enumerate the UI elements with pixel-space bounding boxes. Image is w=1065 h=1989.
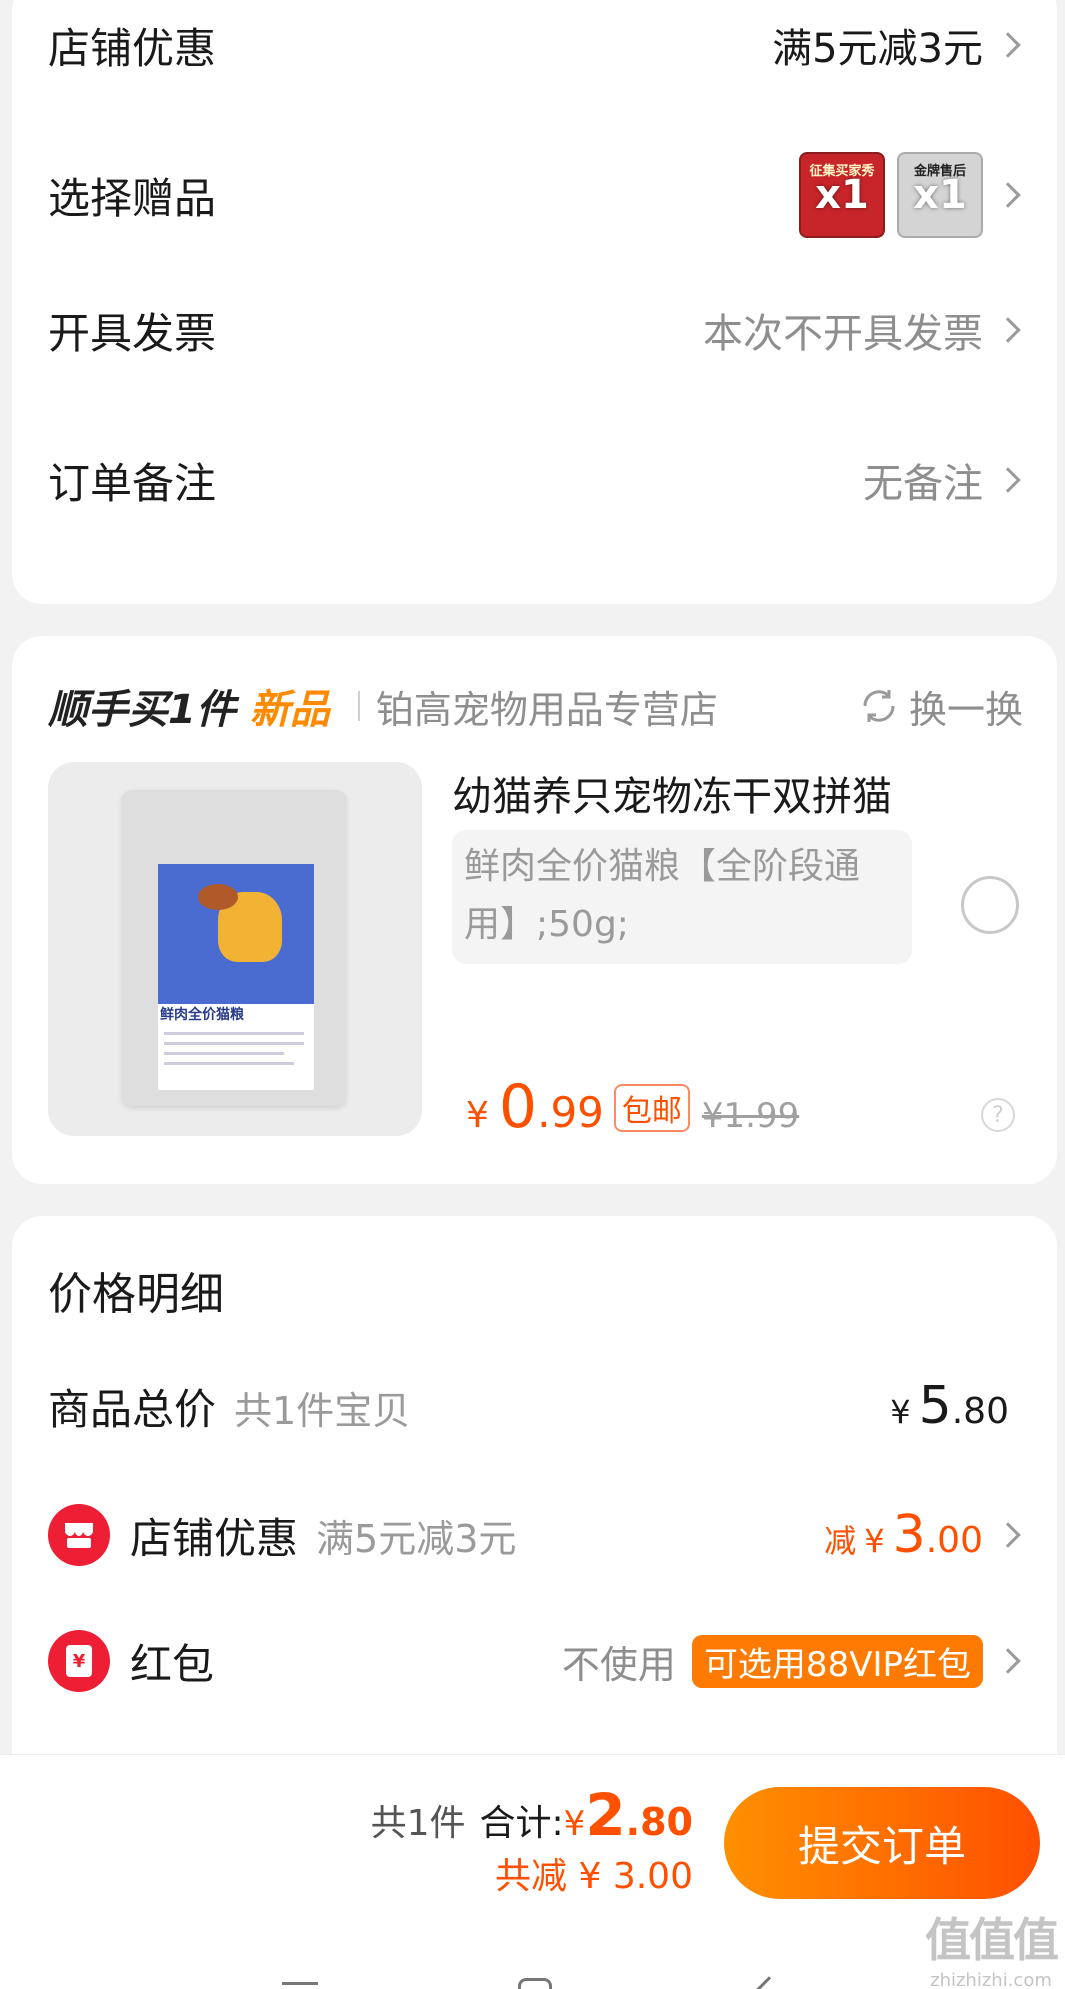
watermark: 值值值 zhizhizhi.com — [925, 1904, 1059, 1989]
invoice-row[interactable]: 开具发票 本次不开具发票 — [48, 300, 1023, 360]
red-packet-label: 红包 — [130, 1639, 215, 1689]
checkout-bar: 共1件 合计: ¥ 2 .80 共减 ¥ 3.00 提交订单 — [0, 1754, 1065, 1904]
gift-qty: x1 — [815, 172, 869, 218]
free-shipping-badge: 包邮 — [613, 1084, 690, 1132]
chevron-right-icon — [995, 317, 1021, 343]
original-price: ¥1.99 — [701, 1096, 800, 1136]
invoice-value: 本次不开具发票 — [703, 311, 983, 357]
product-image[interactable]: 鲜肉全价猫粮 — [48, 762, 422, 1136]
refresh-button[interactable]: 换一换 — [857, 679, 1023, 734]
shop-discount-detail-label: 店铺优惠 — [130, 1513, 299, 1563]
gift-qty: x1 — [913, 172, 967, 218]
order-options-card: 店铺优惠 满5元减3元 选择赠品 征集买家秀 x1 金牌售后 x1 开具发票 本… — [12, 0, 1057, 604]
divider — [357, 691, 360, 721]
product-package: 鲜肉全价猫粮 — [122, 790, 346, 1106]
refresh-icon — [863, 690, 895, 722]
upsell-new-tag: 新品 — [249, 687, 330, 733]
note-value: 无备注 — [863, 461, 983, 507]
upsell-shop-name: 铂高宠物用品专营店 — [375, 687, 718, 732]
chevron-right-icon — [995, 182, 1021, 208]
gift-item-buyer-show[interactable]: 征集买家秀 x1 — [799, 152, 885, 238]
invoice-label: 开具发票 — [48, 308, 217, 358]
footer-saved: 共减 ¥ 3.00 — [495, 1856, 693, 1897]
product-name[interactable]: 幼猫养只宠物冻干双拼猫 — [452, 764, 912, 822]
gift-item-after-sales[interactable]: 金牌售后 x1 — [897, 152, 983, 238]
shop-discount-label: 店铺优惠 — [48, 23, 217, 73]
submit-order-button[interactable]: 提交订单 — [724, 1787, 1040, 1899]
refresh-label: 换一换 — [908, 687, 1023, 732]
chevron-right-icon — [995, 1648, 1021, 1674]
discount-decimal: .00 — [925, 1520, 983, 1561]
discount-integer: 3 — [892, 1505, 926, 1565]
footer-currency: ¥ — [563, 1804, 586, 1844]
total-decimal: .80 — [951, 1391, 1009, 1432]
submit-order-label: 提交订单 — [797, 1821, 966, 1871]
red-packet-value: 不使用 — [561, 1642, 676, 1687]
footer-count: 共1件 — [370, 1803, 466, 1844]
discount-currency: ¥ — [864, 1522, 885, 1560]
chevron-right-icon — [995, 1522, 1021, 1548]
chevron-right-icon — [995, 32, 1021, 58]
upsell-header: 顺手买1件 新品 铂高宠物用品专营店 换一换 — [48, 676, 1023, 736]
package-title: 鲜肉全价猫粮 — [160, 1007, 244, 1023]
menu-icon[interactable] — [282, 1982, 318, 1985]
shop-discount-value: 满5元减3元 — [772, 26, 983, 72]
watermark-url: zhizhizhi.com — [930, 1970, 1052, 1989]
back-icon[interactable] — [756, 1976, 782, 1989]
footer-total-decimal: .80 — [625, 1800, 693, 1844]
price-integer: 0 — [498, 1072, 538, 1142]
shop-discount-row[interactable]: 店铺优惠 满5元减3元 — [48, 20, 1023, 73]
price-detail-card: 价格明细 商品总价 共1件宝贝 ¥ 5 .80 店铺优惠 满5元减3元 减 ¥ — [12, 1216, 1057, 1816]
red-packet-symbol: ¥ — [66, 1645, 92, 1677]
shop-discount-detail-row[interactable]: 店铺优惠 满5元减3元 减 ¥ 3 .00 — [48, 1500, 1023, 1570]
watermark-text: 值值值 — [925, 1913, 1059, 1967]
total-item-count: 共1件宝贝 — [234, 1388, 411, 1433]
shop-discount-detail-desc: 满5元减3元 — [316, 1516, 517, 1561]
red-packet-icon: ¥ — [48, 1630, 110, 1692]
gift-row[interactable]: 选择赠品 征集买家秀 x1 金牌售后 x1 — [48, 150, 1023, 240]
price-detail-title: 价格明细 — [48, 1269, 224, 1320]
footer-total-integer: 2 — [585, 1781, 626, 1849]
red-packet-row[interactable]: ¥ 红包 不使用 可选用88VIP红包 — [48, 1626, 1023, 1696]
store-icon — [48, 1504, 110, 1566]
vip-red-packet-badge[interactable]: 可选用88VIP红包 — [691, 1634, 983, 1688]
footer-total-label: 合计: — [479, 1803, 564, 1844]
price-decimal: .99 — [537, 1088, 604, 1137]
footer-total: 共1件 合计: ¥ 2 .80 — [371, 1781, 693, 1849]
package-art — [158, 864, 314, 1004]
upsell-title: 顺手买1件 — [48, 687, 236, 733]
note-row[interactable]: 订单备注 无备注 — [48, 450, 1023, 510]
home-icon[interactable] — [518, 1978, 552, 1989]
system-nav-bar: 值值值 zhizhizhi.com — [0, 1904, 1065, 1989]
price-currency: ¥ — [466, 1095, 489, 1136]
total-currency: ¥ — [890, 1393, 911, 1431]
product-spec[interactable]: 鲜肉全价猫粮【全阶段通用】;50g; — [452, 830, 912, 964]
upsell-card: 顺手买1件 新品 铂高宠物用品专营店 换一换 鲜肉全价猫粮 幼猫养只宠物冻干双拼… — [12, 636, 1057, 1184]
product-price: ¥ 0 .99 包邮 ¥1.99 — [466, 1072, 799, 1142]
chevron-right-icon — [995, 467, 1021, 493]
discount-prefix: 减 — [824, 1522, 857, 1560]
total-price-row: 商品总价 共1件宝贝 ¥ 5 .80 — [48, 1376, 1023, 1436]
note-label: 订单备注 — [48, 458, 217, 508]
total-integer: 5 — [918, 1376, 952, 1436]
help-icon[interactable]: ? — [981, 1098, 1015, 1132]
total-price-label: 商品总价 — [48, 1384, 217, 1434]
gift-label: 选择赠品 — [48, 173, 217, 223]
select-radio[interactable] — [961, 876, 1019, 934]
